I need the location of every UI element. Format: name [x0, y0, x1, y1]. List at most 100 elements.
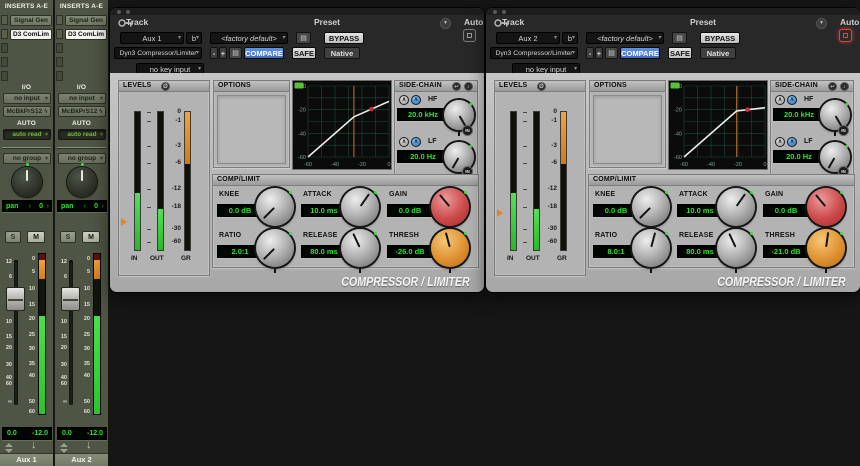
threshold-marker[interactable]	[121, 217, 127, 226]
fader-track[interactable]	[69, 260, 73, 405]
fader-scale-tick: 15	[5, 334, 12, 340]
pan-left-arrow[interactable]: ‹	[29, 201, 31, 212]
insert-position-selector[interactable]: b	[562, 32, 578, 44]
mute-button[interactable]: M	[82, 231, 100, 243]
key-listen-icon[interactable]: ♪	[840, 82, 849, 91]
track-name[interactable]: Aux 1	[0, 453, 53, 466]
output-selector[interactable]: McBkPrS12 ϟ	[58, 106, 106, 117]
window-dot[interactable]	[117, 10, 121, 14]
key-listen-icon[interactable]: ♪	[464, 82, 473, 91]
pan-knob[interactable]	[12, 163, 42, 197]
insert-slot-toggle[interactable]	[1, 15, 8, 25]
plugin-format-button[interactable]: Native	[324, 47, 360, 59]
insert-position-selector[interactable]: b	[186, 32, 202, 44]
plugin-format-button[interactable]: Native	[700, 47, 736, 59]
attack-knob[interactable]	[341, 188, 379, 232]
safe-button[interactable]: SAFE	[668, 47, 692, 59]
attack-knob[interactable]	[717, 188, 755, 232]
lf-filter-bypass-icon[interactable]: ∧	[399, 137, 409, 147]
show-below-arrow-icon[interactable]: ↓	[31, 439, 37, 451]
track-selector[interactable]: Aux 2	[496, 32, 560, 44]
ratio-knob[interactable]	[632, 229, 670, 273]
hf-in-button[interactable]: IN	[462, 125, 473, 136]
copy-settings-icon[interactable]: ▤	[605, 47, 618, 59]
knee-knob[interactable]	[632, 188, 670, 232]
gain-knob[interactable]	[807, 188, 845, 232]
solo-button[interactable]: S	[60, 231, 76, 243]
insert-slot-empty[interactable]	[56, 43, 63, 53]
preset-menu-icon[interactable]: ▼	[440, 18, 451, 29]
pan-knob[interactable]	[67, 163, 97, 197]
pan-left-arrow[interactable]: ‹	[84, 201, 86, 212]
solo-button[interactable]: S	[5, 231, 21, 243]
hf-in-button[interactable]: IN	[838, 125, 849, 136]
target-button[interactable]	[839, 29, 852, 42]
preset-increment-button[interactable]: +	[595, 47, 603, 59]
insert-slot-empty[interactable]	[56, 57, 63, 67]
thresh-knob[interactable]	[807, 229, 845, 273]
automation-mode-selector[interactable]: auto read	[3, 129, 51, 140]
plugin-selector[interactable]: Dyn3 Compressor/Limiter	[114, 47, 202, 59]
lf-filter-type-icon[interactable]: ∧	[411, 137, 421, 147]
insert-slot-toggle[interactable]	[1, 29, 8, 39]
ratio-knob[interactable]	[256, 229, 294, 273]
thresh-knob[interactable]	[431, 229, 469, 273]
bypass-button[interactable]: BYPASS	[700, 32, 740, 44]
window-dot[interactable]	[493, 10, 497, 14]
auto-enable-icon[interactable]: ▤	[296, 32, 311, 44]
output-selector[interactable]: McBkPrS12 ϟ	[3, 106, 51, 117]
pan-right-arrow[interactable]: ›	[102, 201, 104, 212]
lf-filter-bypass-icon[interactable]: ∧	[775, 137, 785, 147]
window-title-bar[interactable]	[486, 8, 860, 15]
insert-slot-empty[interactable]	[1, 57, 8, 67]
insert-slot-empty[interactable]	[1, 71, 8, 81]
gain-knob[interactable]	[431, 188, 469, 232]
fader-track[interactable]	[14, 260, 18, 405]
insert-d3-comlim-button[interactable]: D3 ComLim	[10, 29, 52, 40]
plugin-selector[interactable]: Dyn3 Compressor/Limiter	[490, 47, 578, 59]
compare-button[interactable]: COMPARE	[244, 47, 284, 59]
preset-increment-button[interactable]: +	[219, 47, 227, 59]
pan-right-arrow[interactable]: ›	[47, 201, 49, 212]
phase-icon[interactable]: Ø	[161, 82, 170, 91]
insert-slot-empty[interactable]	[1, 43, 8, 53]
show-below-arrow-icon[interactable]: ↓	[86, 439, 92, 451]
track-selector[interactable]: Aux 1	[120, 32, 184, 44]
input-selector[interactable]: no input	[58, 93, 106, 104]
input-selector[interactable]: no input	[3, 93, 51, 104]
insert-signal-gen-button[interactable]: Signal Gen	[10, 15, 52, 26]
compare-button[interactable]: COMPARE	[620, 47, 660, 59]
hf-filter-type-icon[interactable]: ∧	[411, 95, 421, 105]
preset-selector[interactable]: <factory default>	[210, 32, 288, 44]
automation-mode-selector[interactable]: auto read	[58, 129, 106, 140]
preset-menu-icon[interactable]: ▼	[816, 18, 827, 29]
window-title-bar[interactable]	[110, 8, 484, 15]
auto-enable-icon[interactable]: ▤	[672, 32, 687, 44]
release-knob[interactable]	[341, 229, 379, 273]
target-button[interactable]	[463, 29, 476, 42]
copy-settings-icon[interactable]: ▤	[229, 47, 242, 59]
window-dot[interactable]	[126, 10, 130, 14]
preset-decrement-button[interactable]: -	[586, 47, 594, 59]
insert-d3-comlim-button[interactable]: D3 ComLim	[65, 29, 107, 40]
insert-signal-gen-button[interactable]: Signal Gen	[65, 15, 107, 26]
bypass-button[interactable]: BYPASS	[324, 32, 364, 44]
hf-filter-bypass-icon[interactable]: ∧	[775, 95, 785, 105]
hf-filter-bypass-icon[interactable]: ∧	[399, 95, 409, 105]
insert-slot-toggle[interactable]	[56, 29, 63, 39]
safe-button[interactable]: SAFE	[292, 47, 316, 59]
threshold-marker[interactable]	[497, 208, 503, 217]
window-dot[interactable]	[502, 10, 506, 14]
phase-icon[interactable]: Ø	[537, 82, 546, 91]
preset-selector[interactable]: <factory default>	[586, 32, 664, 44]
release-knob[interactable]	[717, 229, 755, 273]
hf-filter-type-icon[interactable]: ∧	[787, 95, 797, 105]
mute-button[interactable]: M	[27, 231, 45, 243]
external-key-icon[interactable]: ↩	[452, 82, 461, 91]
preset-decrement-button[interactable]: -	[210, 47, 218, 59]
insert-slot-empty[interactable]	[56, 71, 63, 81]
track-name[interactable]: Aux 2	[55, 453, 108, 466]
insert-slot-toggle[interactable]	[56, 15, 63, 25]
external-key-icon[interactable]: ↩	[828, 82, 837, 91]
lf-filter-type-icon[interactable]: ∧	[787, 137, 797, 147]
